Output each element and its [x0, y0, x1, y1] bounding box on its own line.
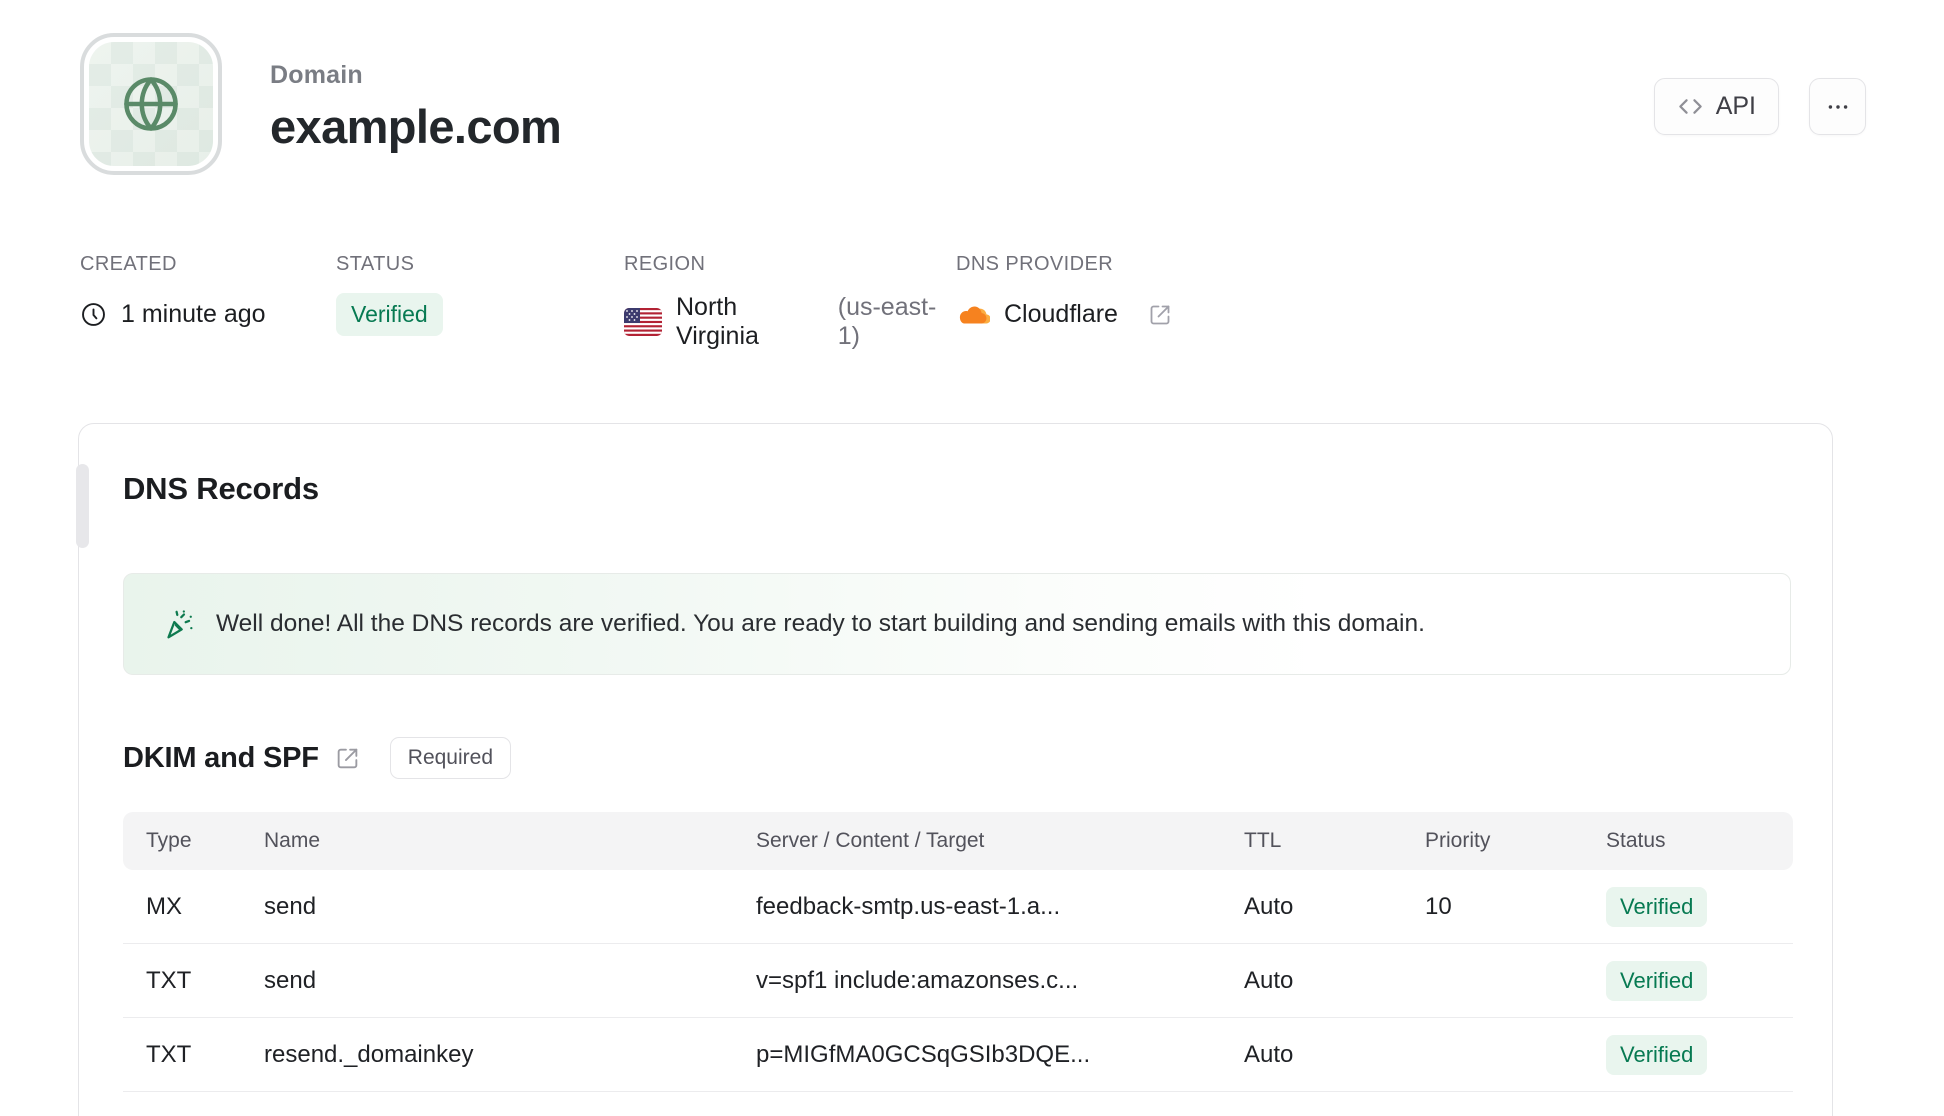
- api-button[interactable]: API: [1653, 78, 1779, 135]
- cell-server: feedback-smtp.us-east-1.a...: [756, 892, 1061, 920]
- record-status-badge: Verified: [1606, 886, 1708, 927]
- ellipsis-icon: [1825, 94, 1851, 120]
- card-accent-pill: [76, 464, 89, 548]
- record-status-badge: Verified: [1606, 1034, 1708, 1075]
- dkim-spf-external-link-icon[interactable]: [335, 746, 360, 771]
- status-label: STATUS: [336, 253, 415, 275]
- cell-priority: 10: [1425, 892, 1452, 920]
- dns-records-card: DNS Records Well done! All the DNS recor…: [76, 423, 1833, 1116]
- cell-type: TXT: [146, 1040, 192, 1068]
- column-header-type: Type: [146, 829, 192, 852]
- dns-records-title: DNS Records: [123, 471, 319, 506]
- table-row[interactable]: TXT send v=spf1 include:amazonses.c... A…: [123, 944, 1793, 1018]
- domain-avatar: [80, 33, 222, 175]
- meta-region: REGION North Virginia (us-east-1): [624, 253, 956, 351]
- cloudflare-icon: [956, 303, 990, 327]
- dkim-spf-section-head: DKIM and SPF Required: [123, 737, 1791, 779]
- column-header-ttl: TTL: [1244, 829, 1282, 852]
- clock-icon: [80, 301, 107, 328]
- meta-created: CREATED 1 minute ago: [80, 253, 336, 351]
- created-value: 1 minute ago: [121, 300, 266, 328]
- cell-ttl: Auto: [1244, 966, 1294, 994]
- code-icon: [1677, 93, 1704, 120]
- meta-status: STATUS Verified: [336, 253, 624, 351]
- table-row[interactable]: TXT resend._domainkey p=MIGfMA0GCSqGSIb3…: [123, 1018, 1793, 1092]
- success-banner: Well done! All the DNS records are verif…: [123, 573, 1791, 675]
- domain-detail-page: Domain example.com API CREATED 1 minute …: [0, 0, 1944, 1116]
- cell-name: send: [264, 892, 317, 920]
- region-value: North Virginia: [676, 293, 759, 350]
- region-code: (us-east-1): [837, 293, 937, 350]
- domain-meta-row: CREATED 1 minute ago STATUS Verified REG…: [0, 253, 1944, 351]
- page-title: example.com: [270, 100, 562, 153]
- required-badge: Required: [389, 737, 512, 779]
- cell-name: send: [264, 966, 317, 994]
- success-message: Well done! All the DNS records are verif…: [216, 610, 1425, 637]
- table-row[interactable]: MX send feedback-smtp.us-east-1.a... Aut…: [123, 870, 1793, 944]
- cell-server: v=spf1 include:amazonses.c...: [756, 966, 1079, 994]
- more-options-button[interactable]: [1809, 78, 1866, 135]
- cell-ttl: Auto: [1244, 892, 1294, 920]
- us-flag-icon: [624, 308, 662, 336]
- record-status-badge: Verified: [1606, 960, 1708, 1001]
- party-popper-icon: [162, 607, 196, 641]
- page-eyebrow: Domain: [270, 61, 363, 89]
- cell-name: resend._domainkey: [264, 1040, 474, 1068]
- globe-icon: [119, 72, 183, 136]
- dns-provider-value: Cloudflare: [1004, 300, 1118, 328]
- cell-ttl: Auto: [1244, 1040, 1294, 1068]
- page-header: Domain example.com API: [0, 0, 1944, 175]
- header-actions: API: [1653, 33, 1866, 135]
- cell-type: TXT: [146, 966, 192, 994]
- api-button-label: API: [1715, 92, 1756, 120]
- column-header-priority: Priority: [1425, 829, 1491, 852]
- meta-dns-provider: DNS PROVIDER Cloudflare: [956, 253, 1172, 351]
- column-header-name: Name: [264, 829, 321, 852]
- cell-server: p=MIGfMA0GCSqGSIb3DQE...: [756, 1040, 1091, 1068]
- dns-provider-label: DNS PROVIDER: [956, 253, 1114, 275]
- table-header-row: Type Name Server / Content / Target TTL …: [123, 812, 1793, 870]
- created-label: CREATED: [80, 253, 177, 275]
- column-header-server: Server / Content / Target: [756, 829, 985, 852]
- column-header-status: Status: [1606, 829, 1666, 852]
- dkim-spf-title: DKIM and SPF: [123, 741, 319, 774]
- dns-provider-external-link-icon[interactable]: [1148, 303, 1172, 327]
- region-label: REGION: [624, 253, 706, 275]
- title-block: Domain example.com: [270, 33, 562, 154]
- status-badge: Verified: [336, 293, 443, 336]
- dns-records-table: Type Name Server / Content / Target TTL …: [123, 812, 1793, 1092]
- cell-type: MX: [146, 892, 182, 920]
